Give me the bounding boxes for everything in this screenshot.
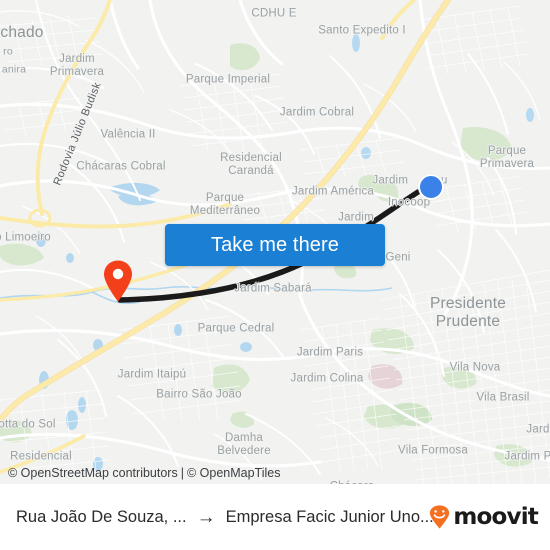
moovit-route-map-screen: chado ro anira Jardim Primavera CDHU E Santo …	[0, 0, 550, 550]
moovit-wordmark: moovit	[453, 503, 538, 530]
map-canvas[interactable]: chado ro anira Jardim Primavera CDHU E Santo …	[0, 0, 550, 484]
route-arrow-icon: →	[196, 506, 216, 528]
route-footer-bar: Rua João De Souza, ... → Empresa Facic J…	[0, 484, 550, 550]
take-me-there-button[interactable]: Take me there	[165, 224, 385, 266]
destination-marker-dot[interactable]	[418, 174, 444, 200]
map-attribution: © OpenStreetMap contributors | © OpenMapTi…	[8, 466, 280, 480]
route-destination-label: Empresa Facic Junior Uno...	[225, 507, 434, 526]
attribution-separator: |	[180, 466, 184, 480]
moovit-pin-icon	[429, 505, 450, 529]
osm-attribution-link[interactable]: © OpenStreetMap contributors	[8, 466, 178, 480]
route-origin-label: Rua João De Souza, ...	[16, 507, 187, 526]
openmaptiles-attribution-link[interactable]: © OpenMapTiles	[187, 466, 281, 480]
moovit-logo[interactable]: moovit	[429, 503, 539, 530]
origin-marker-pin[interactable]	[103, 260, 133, 302]
route-summary[interactable]: Rua João De Souza, ... → Empresa Facic J…	[16, 506, 434, 528]
